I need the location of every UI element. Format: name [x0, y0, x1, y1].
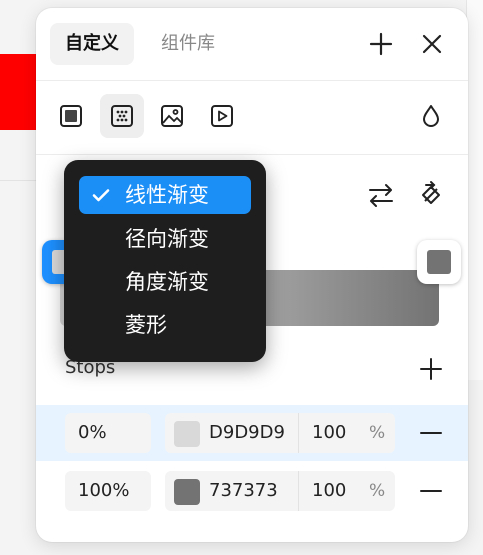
close-icon[interactable]: [418, 30, 446, 58]
fill-type-bar: [36, 80, 468, 155]
swap-direction-icon[interactable]: [366, 180, 396, 210]
color-swatch[interactable]: [174, 421, 200, 447]
stop-row[interactable]: 0% D9D9D9 100 %: [36, 405, 468, 461]
menu-item-linear-gradient[interactable]: 线性渐变: [79, 176, 251, 214]
field-separator: [298, 471, 299, 511]
tab-component-library[interactable]: 组件库: [146, 23, 230, 65]
menu-item-radial-gradient[interactable]: 径向渐变: [79, 220, 251, 258]
gradient-stop-handle-end[interactable]: [417, 240, 461, 284]
add-icon[interactable]: [367, 30, 395, 58]
check-icon: [92, 189, 110, 202]
percent-unit: %: [369, 423, 386, 443]
opacity-value[interactable]: 100: [312, 471, 346, 511]
tab-custom[interactable]: 自定义: [50, 23, 134, 65]
menu-item-label: 菱形: [125, 313, 167, 337]
add-stop-icon[interactable]: [416, 354, 446, 384]
opacity-drop-icon[interactable]: [409, 94, 453, 138]
percent-unit: %: [369, 481, 386, 501]
field-separator: [298, 413, 299, 453]
remove-stop-icon[interactable]: [416, 476, 446, 506]
stop-color-field[interactable]: 737373 100 %: [165, 471, 395, 511]
gradient-type-menu: 线性渐变 径向渐变 角度渐变 菱形: [64, 160, 266, 362]
remove-stop-icon[interactable]: [416, 418, 446, 448]
menu-item-label: 角度渐变: [125, 270, 209, 294]
menu-item-label: 线性渐变: [125, 183, 209, 207]
stop-color-field[interactable]: D9D9D9 100 %: [165, 413, 395, 453]
gradient-fill-icon[interactable]: [100, 94, 144, 138]
stop-position-input[interactable]: 0%: [65, 413, 151, 453]
color-swatch[interactable]: [174, 479, 200, 505]
menu-item-angular-gradient[interactable]: 角度渐变: [79, 263, 251, 301]
panel-header: 自定义 组件库: [36, 8, 468, 81]
stop-position-input[interactable]: 100%: [65, 471, 151, 511]
opacity-value[interactable]: 100: [312, 413, 346, 453]
menu-item-label: 径向渐变: [125, 227, 209, 251]
menu-item-diamond-gradient[interactable]: 菱形: [79, 306, 251, 344]
rotate-gradient-icon[interactable]: [416, 180, 446, 210]
hex-value[interactable]: D9D9D9: [209, 413, 285, 453]
background-right-column: [466, 0, 483, 380]
stop-row[interactable]: 100% 737373 100 %: [36, 463, 468, 519]
background-divider: [0, 180, 40, 181]
hex-value[interactable]: 737373: [209, 471, 278, 511]
stop-handle-swatch: [427, 250, 451, 274]
solid-fill-icon[interactable]: [49, 94, 93, 138]
image-fill-icon[interactable]: [150, 94, 194, 138]
video-fill-icon[interactable]: [200, 94, 244, 138]
